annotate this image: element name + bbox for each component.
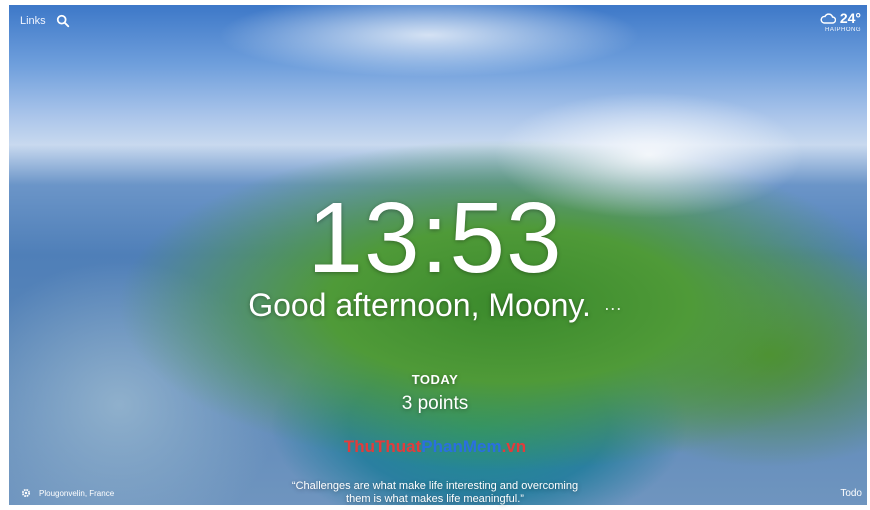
links-button[interactable]: Links: [20, 15, 46, 27]
watermark: ThuThuatPhanMem.vn: [0, 437, 870, 457]
weather-location: HAIPHONG: [824, 27, 861, 33]
temperature: 24°: [839, 10, 861, 26]
today-label: TODAY: [411, 372, 459, 387]
clock: 13:53: [307, 182, 563, 294]
watermark-part1: ThuThuat: [343, 437, 422, 456]
watermark-part3: .vn: [501, 437, 527, 456]
weather-widget[interactable]: 24° HAIPHONG: [820, 10, 861, 33]
todo-button[interactable]: Todo: [840, 488, 862, 499]
greeting: Good afternoon, Moony. ···: [0, 287, 870, 326]
greeting-text: Good afternoon, Moony.: [248, 287, 591, 323]
top-left-bar: Links: [20, 14, 70, 28]
daily-quote[interactable]: “Challenges are what make life interesti…: [0, 480, 870, 506]
gear-icon[interactable]: [20, 487, 32, 499]
quote-line-1: “Challenges are what make life interesti…: [291, 480, 579, 492]
quote-line-2: them is what makes life meaningful.”: [346, 493, 524, 505]
cloud-icon: [820, 13, 836, 24]
bottom-left-bar: Plougonvelin, France: [20, 487, 114, 499]
search-icon[interactable]: [56, 14, 70, 28]
photo-location[interactable]: Plougonvelin, France: [39, 489, 114, 498]
today-focus[interactable]: 3 points: [0, 393, 870, 415]
watermark-part2: PhanMem: [421, 437, 502, 456]
greeting-more-icon[interactable]: ···: [604, 298, 622, 318]
